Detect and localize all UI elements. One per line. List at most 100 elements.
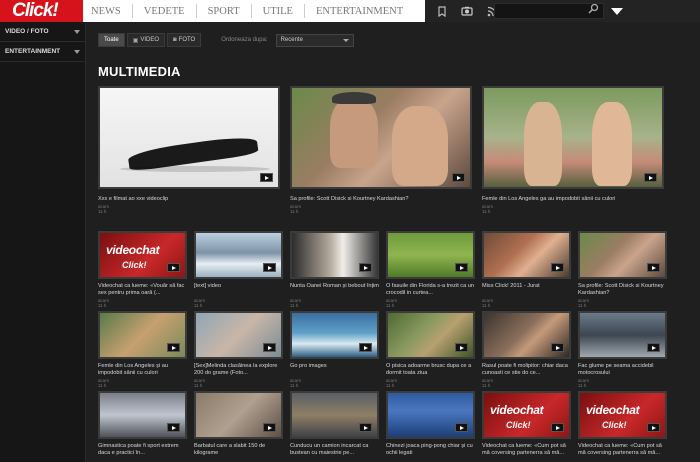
play-icon — [644, 173, 657, 182]
filter-video-button[interactable]: ▣ VIDEO — [126, 33, 166, 47]
site-logo[interactable]: Click! — [0, 0, 83, 22]
video-thumbnail[interactable] — [290, 391, 379, 439]
play-icon — [263, 263, 276, 272]
play-icon — [260, 173, 273, 182]
tile-date: acum 11 h — [386, 378, 398, 388]
video-thumbnail[interactable] — [386, 311, 475, 359]
tile-caption[interactable]: Sa profile: Scott Disick si Kourtney Kar… — [578, 283, 667, 297]
tile-caption[interactable]: Rasul poate fi molipitor: chiar daca cun… — [482, 363, 571, 377]
main-nav: NEWS VEDETE SPORT UTILE ENTERTAINMENT — [83, 0, 425, 22]
sidebar-item-video-foto[interactable]: VIDEO / FOTO — [0, 22, 85, 42]
play-icon — [452, 173, 465, 182]
tile-date: acum 11 h — [98, 298, 110, 308]
filter-video-label: VIDEO — [140, 37, 160, 43]
nav-vedete[interactable]: VEDETE — [144, 6, 185, 17]
filter-foto-label: FOTO — [178, 37, 196, 43]
filter-bar: Toate ▣ VIDEO ◙ FOTO Ordoneaza dupa: Rec… — [98, 33, 354, 47]
video-thumbnail[interactable]: videochat Click! — [98, 231, 187, 279]
video-thumbnail[interactable] — [290, 231, 379, 279]
tile-caption[interactable]: O fasuile din Florida s-a trezit ca un c… — [386, 283, 475, 297]
video-thumbnail[interactable] — [194, 391, 283, 439]
play-icon — [647, 423, 660, 432]
nav-utile[interactable]: UTILE — [263, 6, 293, 17]
sidebar-item-label: VIDEO / FOTO — [5, 28, 49, 35]
video-thumbnail[interactable]: videochat Click! — [482, 391, 571, 439]
tile-caption[interactable]: Videochat ca lueme: «Vouăr să fac sex pe… — [98, 283, 187, 297]
video-thumbnail[interactable] — [482, 311, 571, 359]
filter-foto-button[interactable]: ◙ FOTO — [167, 33, 202, 47]
nav-entertainment[interactable]: ENTERTAINMENT — [316, 6, 403, 17]
video-thumbnail[interactable] — [98, 391, 187, 439]
tile-caption[interactable]: Barbatul care a slabit 150 de kilograme — [194, 443, 283, 457]
tile-caption[interactable]: Videochat ca lueme: «Cum pot să mă cover… — [482, 443, 571, 457]
chevron-down-icon — [74, 29, 80, 34]
tile-caption[interactable]: Fac glume pe seama accidebil motocrosulu… — [578, 363, 667, 377]
thumbnail-overlay-text: videochat — [490, 403, 544, 417]
sort-value: Recente — [280, 37, 303, 43]
chevron-down-icon — [611, 7, 623, 15]
play-icon — [455, 343, 468, 352]
sidebar: VIDEO / FOTO ENTERTAINMENT — [0, 22, 86, 462]
thumbnail-overlay-brand: Click! — [602, 420, 627, 430]
tile-caption[interactable]: Videochat ca lueme: «Cum pot să mă cover… — [578, 443, 667, 457]
play-icon — [263, 423, 276, 432]
play-icon — [647, 343, 660, 352]
nav-sport[interactable]: SPORT — [208, 6, 240, 17]
video-thumbnail[interactable] — [290, 311, 379, 359]
nav-news[interactable]: NEWS — [91, 6, 121, 17]
bookmark-icon[interactable] — [431, 2, 453, 20]
play-icon — [551, 343, 564, 352]
play-icon — [167, 343, 180, 352]
tile-caption[interactable]: Sa profile: Scott Disick si Kourtney Kar… — [290, 196, 472, 203]
tile-caption[interactable]: Xxx e filmat ao xxe videoclip — [98, 196, 280, 203]
tile-caption[interactable]: Nunta Oanei Roman și bebout înțim — [290, 283, 379, 290]
video-thumbnail[interactable] — [194, 231, 283, 279]
tile-caption[interactable]: Gimnastica poate fi sport extrem daca e … — [98, 443, 187, 457]
thumbnail-overlay-text: videochat — [586, 403, 640, 417]
play-icon — [455, 263, 468, 272]
tile-date: acum 11 h — [98, 204, 110, 214]
tile-caption[interactable]: Femle din Los Angeles și au impodobit sâ… — [98, 363, 187, 377]
menu-dropdown-button[interactable] — [605, 0, 629, 22]
tile-date: acum 11 h — [482, 204, 494, 214]
video-thumbnail[interactable] — [386, 391, 475, 439]
nav-divider — [195, 4, 197, 18]
search-icon[interactable] — [588, 3, 602, 19]
play-icon — [647, 263, 660, 272]
tile-caption[interactable]: Femle din Los Angeles ga au impodobit sâ… — [482, 196, 664, 203]
video-thumbnail[interactable] — [386, 231, 475, 279]
video-thumbnail[interactable] — [290, 86, 472, 189]
sort-select[interactable]: Recente — [275, 33, 354, 47]
video-thumbnail[interactable] — [98, 311, 187, 359]
tile-caption[interactable]: Miss Click! 2011 - Jurat — [482, 283, 571, 290]
section-title: MULTIMEDIA — [98, 64, 181, 79]
video-thumbnail[interactable]: videochat Click! — [578, 391, 667, 439]
video-thumbnail[interactable] — [482, 231, 571, 279]
video-thumbnail[interactable] — [194, 311, 283, 359]
nav-divider — [131, 4, 133, 18]
tile-date: acum 11 h — [194, 298, 206, 308]
tile-caption[interactable]: [text] video — [194, 283, 283, 290]
play-icon — [167, 423, 180, 432]
photo-icon: ◙ — [173, 37, 177, 43]
tile-date: acum 11 h — [290, 378, 302, 388]
thumbnail-overlay-text: videochat — [106, 243, 160, 257]
filter-all-button[interactable]: Toate — [98, 33, 125, 47]
video-thumbnail[interactable] — [482, 86, 664, 189]
camera-icon[interactable] — [456, 2, 478, 20]
play-icon — [551, 423, 564, 432]
tile-caption[interactable]: [Sex]Melinda clasăinea la explore 200 do… — [194, 363, 283, 377]
video-icon: ▣ — [132, 37, 139, 44]
sidebar-item-entertainment[interactable]: ENTERTAINMENT — [0, 42, 85, 62]
sort-label: Ordoneaza dupa: — [221, 37, 268, 43]
tile-caption[interactable]: Cunducu un camion incarcat ca bustean cu… — [290, 443, 379, 457]
tile-caption[interactable]: O pisica adoarme brusc dupa ce a dormit … — [386, 363, 475, 377]
thumbnail-overlay-brand: Click! — [506, 420, 531, 430]
tile-caption[interactable]: Chinezi joaca ping-pong chiar și cu ochi… — [386, 443, 475, 457]
video-thumbnail[interactable] — [578, 311, 667, 359]
video-thumbnail[interactable] — [98, 86, 280, 189]
chevron-down-icon — [74, 49, 80, 54]
tile-caption[interactable]: Go pro images — [290, 363, 379, 370]
play-icon — [359, 343, 372, 352]
video-thumbnail[interactable] — [578, 231, 667, 279]
